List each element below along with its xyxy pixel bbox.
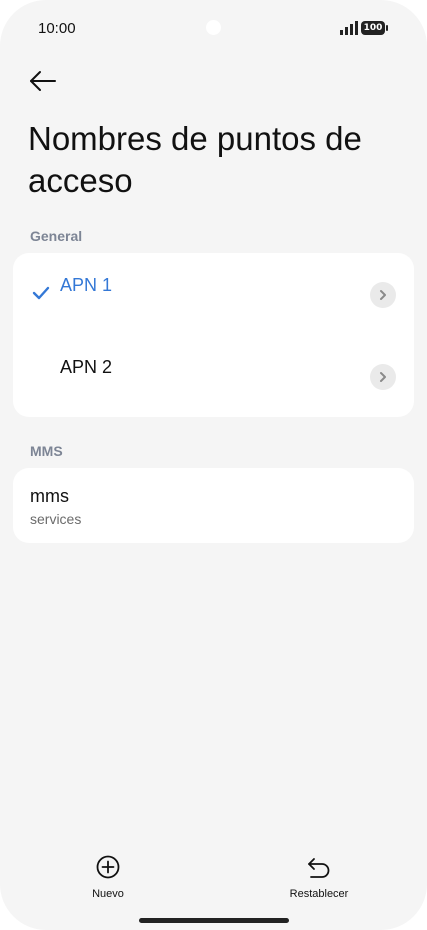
back-arrow-icon[interactable] [28,68,58,94]
reset-button[interactable]: Restablecer [279,854,359,900]
apn-row-1[interactable]: APN 1 [13,253,414,335]
plus-circle-icon [96,855,120,879]
camera-cutout [206,20,221,35]
screen: 10:00 100 Nombres de puntos de acceso Ge… [0,0,427,930]
signal-icon [340,21,358,35]
apn-row-2[interactable]: APN 2 [13,335,414,417]
section-label-mms: MMS [30,443,63,459]
apn-label: APN 1 [60,275,113,295]
battery-icon: 100 [361,21,388,35]
check-icon [32,286,50,300]
page-title: Nombres de puntos de acceso [28,120,362,199]
undo-icon [308,858,330,878]
mms-row[interactable]: mms services [13,468,414,543]
new-button[interactable]: Nuevo [78,854,138,900]
reset-button-label: Restablecer [289,888,349,900]
section-label-general: General [30,228,83,244]
apn-label: APN 2 [60,357,113,377]
home-indicator[interactable] [139,918,289,923]
chevron-right-icon[interactable] [370,282,396,308]
chevron-right-icon[interactable] [370,364,396,390]
general-card: APN 1 APN 2 [13,253,414,417]
mms-title: mms [30,486,69,506]
new-button-label: Nuevo [92,888,124,900]
status-time: 10:00 [38,20,76,37]
mms-subtitle: services [30,511,82,527]
